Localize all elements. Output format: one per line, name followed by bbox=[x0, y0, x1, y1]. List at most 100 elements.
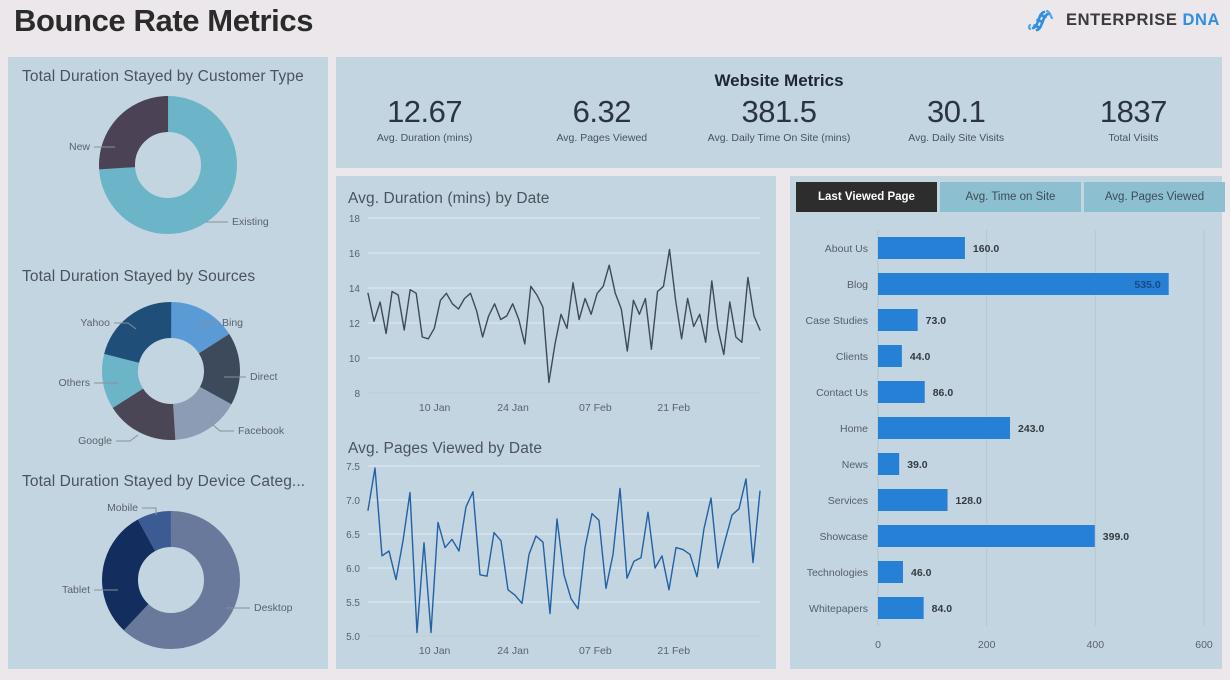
bar-category-label: Contact Us bbox=[816, 387, 868, 399]
bar[interactable] bbox=[878, 489, 948, 511]
bar-category-label: Blog bbox=[847, 279, 868, 291]
tab-avg-pages-viewed[interactable]: Avg. Pages Viewed bbox=[1084, 182, 1225, 212]
bar-category-label: Home bbox=[840, 423, 868, 435]
y-axis-tick-label: 14 bbox=[349, 284, 361, 295]
donut-chart-device-category[interactable]: Mobile Tablet Desktop bbox=[8, 490, 328, 673]
kpi-label-avg-daily-site-visits: Avg. Daily Site Visits bbox=[908, 132, 1005, 145]
dna-helix-icon bbox=[1027, 9, 1054, 32]
donut-label-facebook: Facebook bbox=[238, 425, 285, 437]
kpi-label-total-visits: Total Visits bbox=[1108, 132, 1159, 145]
donut-chart-customer-type[interactable]: New Existing bbox=[8, 85, 328, 258]
bar-category-label: News bbox=[842, 459, 868, 471]
brand-logo: ENTERPRISE DNA bbox=[1027, 7, 1220, 33]
bar-value-label: 86.0 bbox=[933, 387, 954, 399]
bar-value-label: 44.0 bbox=[910, 351, 931, 363]
x-axis-tick-label: 24 Jan bbox=[497, 645, 529, 657]
x-axis-tick-label: 07 Feb bbox=[579, 402, 612, 414]
donut-label-bing: Bing bbox=[222, 317, 243, 329]
line-chart-title-avg-duration: Avg. Duration (mins) by Date bbox=[348, 190, 550, 207]
x-axis-tick-label: 24 Jan bbox=[497, 402, 529, 414]
bar[interactable] bbox=[878, 381, 925, 403]
kpi-value-total-visits: 1837 bbox=[1099, 94, 1167, 129]
bar-category-label: Clients bbox=[836, 351, 868, 363]
bar-category-label: Case Studies bbox=[806, 315, 868, 327]
bar-category-label: Services bbox=[828, 495, 868, 507]
donut-card-sources[interactable]: Total Duration Stayed by Sources Bing Di… bbox=[8, 257, 328, 462]
leader-line-google bbox=[116, 434, 139, 442]
bar-value-label: 160.0 bbox=[973, 243, 999, 255]
y-axis-tick-label: 12 bbox=[349, 319, 361, 330]
x-axis-tick-label: 0 bbox=[875, 639, 881, 651]
donut-label-google: Google bbox=[78, 435, 112, 447]
brand-text: ENTERPRISE DNA bbox=[1066, 11, 1220, 30]
x-axis-tick-label: 21 Feb bbox=[657, 402, 690, 414]
donut-label-new: New bbox=[69, 141, 90, 153]
tab-last-viewed-page[interactable]: Last Viewed Page bbox=[796, 182, 937, 212]
bar[interactable] bbox=[878, 525, 1095, 547]
line-charts-panel: Avg. Duration (mins) by Date 8 10 12 14 16 18… bbox=[336, 176, 776, 669]
donut-card-customer-type[interactable]: Total Duration Stayed by Customer Type N… bbox=[8, 57, 328, 257]
y-axis-tick-label: 5.5 bbox=[346, 598, 360, 609]
bar[interactable] bbox=[878, 561, 903, 583]
bar[interactable] bbox=[878, 273, 1169, 295]
donut-label-mobile: Mobile bbox=[107, 502, 138, 514]
donut-chart-sources[interactable]: Bing Direct Facebook Google Others Yahoo bbox=[8, 285, 328, 462]
data-line bbox=[367, 467, 761, 634]
x-axis-tick-label: 07 Feb bbox=[579, 645, 612, 657]
kpi-label-avg-daily-time-on-site: Avg. Daily Time On Site (mins) bbox=[707, 132, 851, 145]
bar[interactable] bbox=[878, 417, 1011, 439]
data-line bbox=[367, 248, 761, 384]
bar[interactable] bbox=[878, 237, 965, 259]
kpi-value-avg-daily-site-visits: 30.1 bbox=[927, 94, 986, 129]
x-axis-tick-label: 21 Feb bbox=[657, 645, 690, 657]
donut-title-device-category: Total Duration Stayed by Device Categ... bbox=[22, 473, 306, 490]
line-chart-avg-duration[interactable]: Avg. Duration (mins) by Date 8 10 12 14 16 18… bbox=[336, 176, 776, 426]
donut-title-sources: Total Duration Stayed by Sources bbox=[22, 268, 256, 285]
kpi-panel: Website Metrics 12.67 Avg. Duration (min… bbox=[336, 57, 1222, 168]
bar[interactable] bbox=[878, 345, 902, 367]
donut-panel-group: Total Duration Stayed by Customer Type N… bbox=[8, 57, 328, 669]
bar-category-label: About Us bbox=[825, 243, 868, 255]
bar[interactable] bbox=[878, 453, 900, 475]
bar-value-label: 39.0 bbox=[907, 459, 928, 471]
x-axis-tick-label: 10 Jan bbox=[419, 645, 451, 657]
brand-secondary-text: DNA bbox=[1182, 10, 1220, 29]
kpi-label-avg-duration: Avg. Duration (mins) bbox=[376, 132, 473, 145]
tab-avg-time-on-site[interactable]: Avg. Time on Site bbox=[940, 182, 1081, 212]
donut-label-tablet: Tablet bbox=[62, 584, 90, 596]
x-axis-tick-label: 200 bbox=[978, 639, 996, 651]
bar-value-label: 399.0 bbox=[1103, 531, 1129, 543]
line-chart-title-avg-pages-viewed: Avg. Pages Viewed by Date bbox=[348, 440, 543, 457]
header: Bounce Rate Metrics ENTERPRISE DNA bbox=[0, 0, 1230, 52]
bar-value-label: 84.0 bbox=[932, 603, 953, 615]
donut-label-desktop: Desktop bbox=[254, 602, 293, 614]
bar-value-label: 46.0 bbox=[911, 567, 932, 579]
x-axis-tick-label: 400 bbox=[1087, 639, 1105, 651]
line-chart-avg-pages-viewed[interactable]: Avg. Pages Viewed by Date 5.0 5.5 6.0 6.5 7.… bbox=[336, 426, 776, 669]
bar-chart-svg[interactable]: 0 200 400 600 About Us 160.0 Blog 535.0 Case Stu… bbox=[790, 220, 1222, 669]
y-axis-tick-label: 18 bbox=[349, 214, 361, 225]
donut-card-device-category[interactable]: Total Duration Stayed by Device Categ... bbox=[8, 462, 328, 669]
bar-value-label: 128.0 bbox=[956, 495, 982, 507]
bar-category-label: Technologies bbox=[807, 567, 868, 579]
kpi-card-avg-daily-time-on-site: 381.5 Avg. Daily Time On Site (mins) bbox=[690, 94, 867, 145]
donut-label-yahoo: Yahoo bbox=[80, 317, 110, 329]
kpi-value-avg-daily-time-on-site: 381.5 bbox=[741, 94, 817, 129]
y-axis-tick-label: 6.0 bbox=[346, 564, 360, 575]
kpi-row: 12.67 Avg. Duration (mins) 6.32 Avg. Pag… bbox=[336, 94, 1222, 145]
brand-primary-text: ENTERPRISE bbox=[1066, 10, 1178, 29]
kpi-card-total-visits: 1837 Total Visits bbox=[1045, 94, 1222, 145]
y-axis-tick-label: 8 bbox=[354, 389, 360, 400]
line-chart-svg-avg-duration[interactable]: 8 10 12 14 16 18 10 Jan 24 Jan 07 Feb 21 Feb bbox=[336, 208, 776, 426]
bar[interactable] bbox=[878, 309, 918, 331]
kpi-value-avg-pages-viewed: 6.32 bbox=[572, 94, 632, 129]
y-axis-tick-label: 7.5 bbox=[346, 462, 360, 473]
bar[interactable] bbox=[878, 597, 924, 619]
y-axis-tick-label: 5.0 bbox=[346, 632, 360, 643]
line-chart-svg-avg-pages-viewed[interactable]: 5.0 5.5 6.0 6.5 7.0 7.5 10 Jan 24 Jan 07 Feb 21 F… bbox=[336, 458, 776, 669]
x-axis-tick-label: 600 bbox=[1195, 639, 1213, 651]
donut-title-customer-type: Total Duration Stayed by Customer Type bbox=[22, 68, 304, 85]
y-axis-tick-label: 10 bbox=[349, 354, 361, 365]
kpi-panel-title: Website Metrics bbox=[714, 71, 844, 90]
bar-category-label: Showcase bbox=[820, 531, 869, 543]
